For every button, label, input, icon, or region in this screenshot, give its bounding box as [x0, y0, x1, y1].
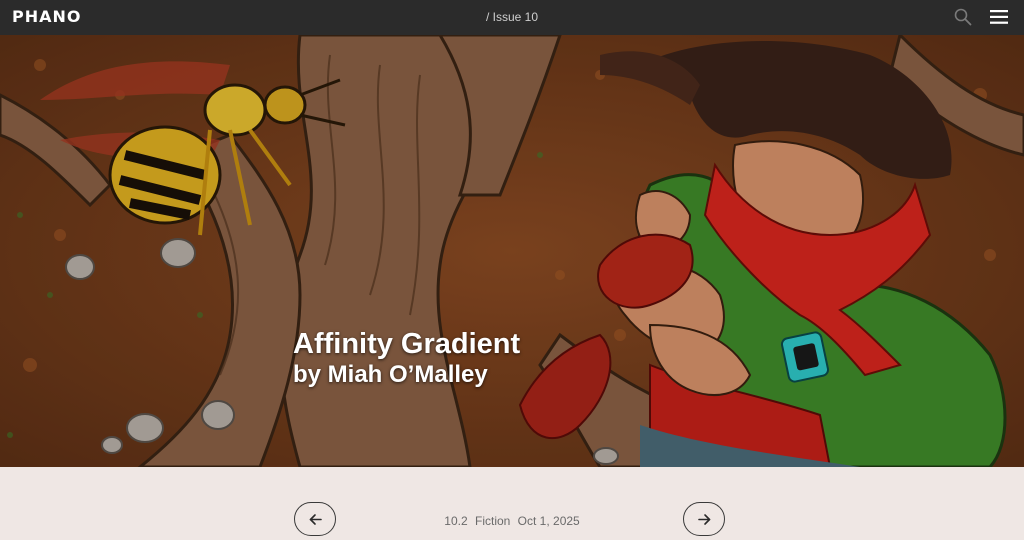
story-meta: 10.2 Fiction Oct 1, 2025 [0, 514, 1024, 528]
hero-illustration [0, 35, 1024, 467]
breadcrumb[interactable]: / Issue 10 [0, 10, 1024, 24]
search-icon[interactable] [954, 8, 972, 26]
story-number: 10.2 [444, 514, 468, 528]
story-pager: 10.2 Fiction Oct 1, 2025 [0, 467, 1024, 540]
next-story-button[interactable] [683, 502, 725, 536]
story-category[interactable]: Fiction [475, 514, 510, 528]
top-bar: PHANO / Issue 10 [0, 0, 1024, 35]
story-date: Oct 1, 2025 [517, 514, 580, 528]
hero-text-block: Affinity Gradient by Miah O’Malley [293, 328, 520, 390]
hamburger-menu-icon[interactable] [990, 10, 1008, 24]
arrow-right-icon [698, 514, 711, 525]
story-title: Affinity Gradient [293, 328, 521, 360]
hero-banner[interactable]: Affinity Gradient by Miah O’Malley [0, 35, 1024, 467]
story-byline: by Miah O’Malley [293, 361, 488, 388]
